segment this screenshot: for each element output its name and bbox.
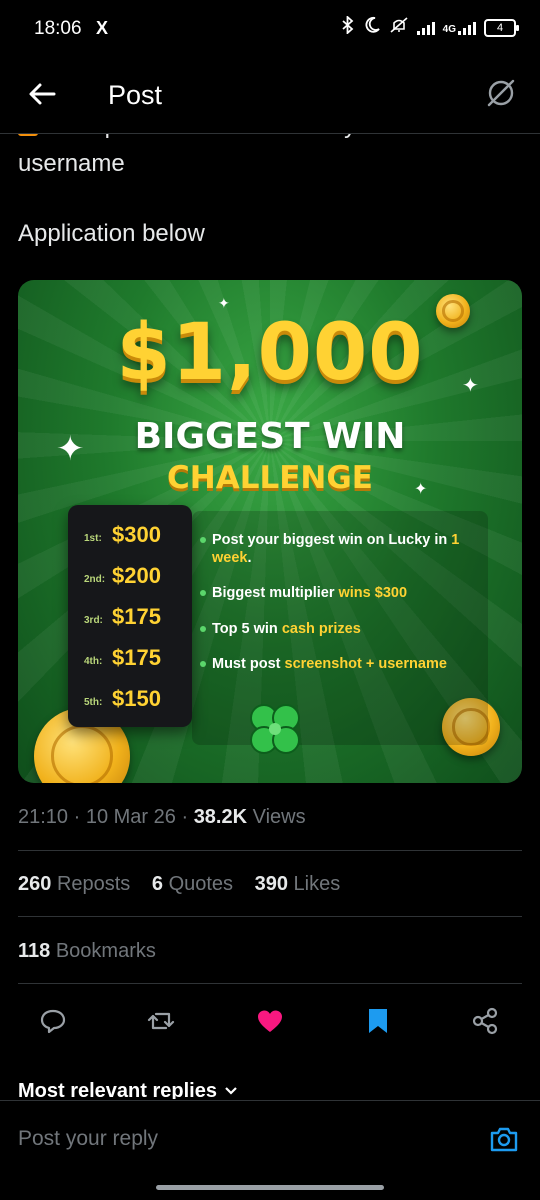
prize-row: 2nd: $200 [84, 563, 161, 588]
repost-icon[interactable] [146, 1006, 176, 1036]
bookmarks-stat[interactable]: 118 Bookmarks [18, 940, 156, 963]
views-count: 38.2K [193, 806, 248, 828]
divider [18, 850, 522, 851]
reply-input[interactable]: Post your reply [18, 1127, 158, 1151]
rule-item: Top 5 win cash prizes [200, 620, 472, 638]
post-image[interactable]: ✦ ✦ ✦ ✦ $1,000 BIGGEST WIN CHALLENGE 1st… [18, 280, 522, 783]
chevron-down-icon [223, 1080, 239, 1099]
camera-icon[interactable] [488, 1123, 520, 1155]
quotes-stat[interactable]: 6 Quotes [152, 873, 233, 895]
rule-item: Must post screenshot + username [200, 655, 472, 673]
divider [18, 916, 522, 917]
signal-icon [416, 21, 435, 35]
share-icon[interactable] [470, 1006, 500, 1036]
moon-icon [363, 16, 381, 39]
reposts-stat[interactable]: 260 Reposts [18, 873, 130, 895]
header-divider [0, 133, 540, 134]
reply-icon[interactable] [38, 1006, 68, 1036]
prize-row: 5th: $150 [84, 686, 161, 711]
home-indicator[interactable] [156, 1185, 384, 1190]
prize-row: 1st: $300 [84, 522, 161, 547]
divider [18, 983, 522, 984]
bookmark-icon[interactable] [363, 1006, 393, 1036]
grok-icon[interactable] [484, 76, 518, 110]
page-title: Post [108, 80, 163, 110]
back-arrow-icon[interactable] [26, 78, 58, 110]
prize-list: 1st: $300 2nd: $200 3rd: $175 4th: $175 … [68, 505, 192, 727]
post-meta: 21:10 · 10 Mar 26 · 38.2K Views [18, 806, 306, 828]
rule-item: Biggest multiplier wins $300 [200, 584, 472, 602]
status-bar: 18:06 X 4G 4 [0, 0, 540, 60]
promo-amount: $1,000 [116, 308, 424, 398]
status-icons: 4G 4 [341, 14, 519, 39]
mute-icon [389, 16, 409, 39]
network-4g-icon: 4G [443, 21, 476, 35]
promo-headline: BIGGEST WIN [134, 416, 406, 457]
action-bar [0, 1000, 540, 1044]
status-time: 18:06 [34, 18, 82, 39]
reply-bar: Post your reply [0, 1100, 540, 1181]
prize-row: 4th: $175 [84, 645, 161, 670]
bluetooth-icon [341, 14, 355, 39]
engagement-stats: 260 Reposts 6 Quotes 390 Likes [18, 873, 340, 896]
post-text-line: Application below [18, 220, 205, 247]
like-icon[interactable] [255, 1006, 285, 1036]
likes-stat[interactable]: 390 Likes [255, 873, 341, 895]
promo-subheadline: CHALLENGE [167, 460, 373, 496]
prize-row: 3rd: $175 [84, 604, 161, 629]
post-text-line: username [18, 150, 125, 177]
battery-icon: 4 [484, 18, 519, 37]
x-app-icon: X [96, 18, 109, 38]
post-header: Post [0, 60, 540, 132]
rule-item: Post your biggest win on Lucky in 1 week… [200, 531, 472, 567]
clover-icon [250, 704, 300, 754]
